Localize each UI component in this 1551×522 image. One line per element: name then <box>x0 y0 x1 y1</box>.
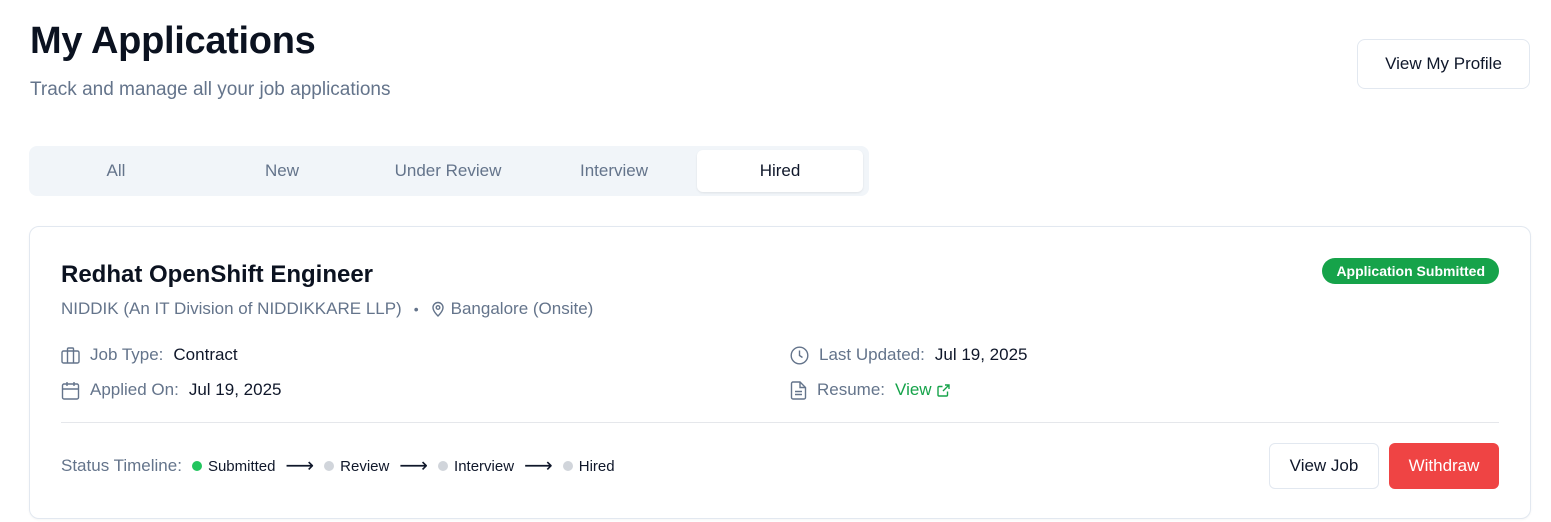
resume-row: Resume: View <box>790 380 950 400</box>
map-pin-icon <box>431 301 444 317</box>
status-timeline: Status Timeline: Submitted ⟶ Review ⟶ In… <box>61 456 615 476</box>
resume-view-link[interactable]: View <box>895 380 950 400</box>
withdraw-button[interactable]: Withdraw <box>1389 443 1499 489</box>
tab-all[interactable]: All <box>33 150 199 192</box>
last-updated-value: Jul 19, 2025 <box>934 345 1028 364</box>
document-icon <box>790 380 807 400</box>
last-updated-label: Last Updated: <box>819 345 925 364</box>
view-job-button[interactable]: View Job <box>1269 443 1379 489</box>
resume-view-text: View <box>895 380 932 399</box>
timeline-step-review: Review <box>324 458 389 475</box>
job-title: Redhat OpenShift Engineer <box>61 261 374 288</box>
tab-under-review[interactable]: Under Review <box>365 150 531 192</box>
tab-interview[interactable]: Interview <box>531 150 697 192</box>
job-location: Bangalore (Onsite) <box>450 299 594 318</box>
page-subtitle: Track and manage all your job applicatio… <box>30 79 391 100</box>
step-dot-pending <box>324 461 335 471</box>
job-type-row: Job Type: Contract <box>61 345 238 365</box>
external-link-icon <box>936 383 950 397</box>
clock-icon <box>790 345 809 365</box>
step-dot-complete <box>191 461 202 471</box>
job-type-value: Contract <box>173 345 238 364</box>
separator-dot: • <box>413 301 419 317</box>
page-title: My Applications <box>30 20 316 62</box>
timeline-step-interview: Interview <box>438 458 514 475</box>
calendar-icon <box>61 381 80 400</box>
arrow-right-icon: ⟶ <box>524 455 553 477</box>
status-badge: Application Submitted <box>1322 258 1499 284</box>
application-card: Redhat OpenShift Engineer Application Su… <box>29 226 1531 519</box>
timeline-step-label: Submitted <box>207 457 276 475</box>
applied-on-row: Applied On: Jul 19, 2025 <box>61 380 281 400</box>
step-dot-pending <box>438 461 449 471</box>
last-updated-row: Last Updated: Jul 19, 2025 <box>790 345 1028 365</box>
applied-on-label: Applied On: <box>90 380 179 399</box>
company-location-line: NIDDIK (An IT Division of NIDDIKKARE LLP… <box>61 299 593 319</box>
card-divider <box>61 422 1499 423</box>
status-tabs: All New Under Review Interview Hired <box>29 146 869 196</box>
view-profile-button[interactable]: View My Profile <box>1357 39 1530 89</box>
briefcase-icon <box>61 346 80 364</box>
arrow-right-icon: ⟶ <box>285 455 315 477</box>
applied-on-value: Jul 19, 2025 <box>188 380 282 399</box>
timeline-step-submitted: Submitted <box>191 457 276 475</box>
timeline-step-hired: Hired <box>562 457 615 475</box>
arrow-right-icon: ⟶ <box>399 455 429 477</box>
timeline-step-label: Hired <box>578 457 615 475</box>
tab-hired[interactable]: Hired <box>697 150 863 192</box>
company-name: NIDDIK (An IT Division of NIDDIKKARE LLP… <box>61 299 402 318</box>
job-type-label: Job Type: <box>90 345 164 364</box>
resume-label: Resume: <box>817 380 886 399</box>
timeline-label: Status Timeline: <box>61 456 182 475</box>
timeline-step-label: Review <box>340 457 390 475</box>
step-dot-pending <box>562 461 573 471</box>
timeline-step-label: Interview <box>454 457 515 475</box>
tab-new[interactable]: New <box>199 150 365 192</box>
